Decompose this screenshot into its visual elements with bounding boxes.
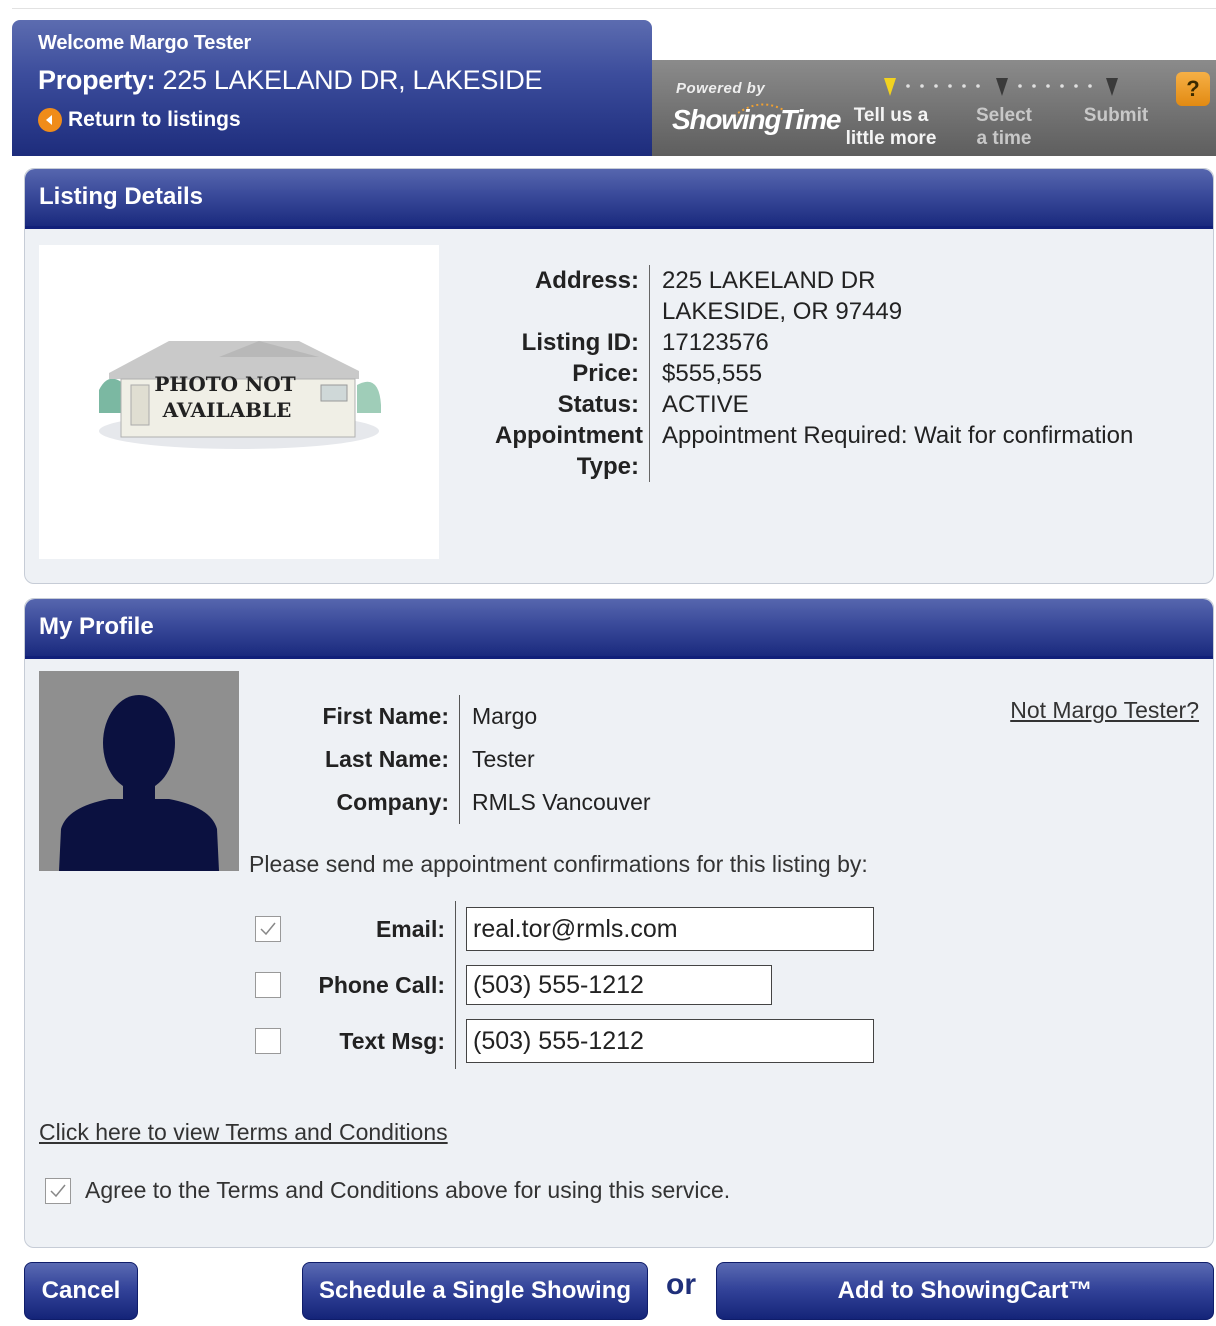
profile-row-last-name: Last Name: Tester xyxy=(265,738,799,781)
phone-field[interactable] xyxy=(466,965,772,1005)
step-tell-us: Tell us a little more xyxy=(845,105,937,149)
price-value: $555,555 xyxy=(649,358,1169,389)
back-arrow-icon xyxy=(38,108,62,132)
status-value: ACTIVE xyxy=(649,389,1169,420)
email-label: Email: xyxy=(375,915,445,942)
text-msg-field[interactable] xyxy=(466,1019,874,1063)
text-msg-checkbox[interactable] xyxy=(255,1028,281,1054)
agree-terms-label: Agree to the Terms and Conditions above … xyxy=(85,1177,731,1203)
contact-row-phone: Phone Call: xyxy=(249,957,874,1013)
listing-id-value: 17123576 xyxy=(649,327,1169,358)
text-msg-label: Text Msg: xyxy=(339,1027,445,1054)
showingtime-logo: ShowingTime xyxy=(672,104,841,135)
appointment-type-value: Appointment Required: Wait for confirmat… xyxy=(649,420,1169,482)
phone-call-checkbox[interactable] xyxy=(255,972,281,998)
agree-terms-checkbox[interactable] xyxy=(45,1177,71,1204)
terms-link[interactable]: Click here to view Terms and Conditions xyxy=(39,1119,448,1146)
address-line1: 225 LAKELAND DR xyxy=(662,267,876,294)
return-link-label: Return to listings xyxy=(68,108,241,131)
step-marker-icon xyxy=(1106,78,1118,96)
welcome-text: Welcome Margo Tester xyxy=(38,32,252,54)
address-line2: LAKESIDE, OR 97449 xyxy=(662,298,903,325)
photo-label-line2: AVAILABLE xyxy=(162,398,292,422)
checkmark-icon xyxy=(260,922,276,936)
step-marker-icon xyxy=(996,78,1008,96)
detail-row-appointment-type: Appointment Type: Appointment Required: … xyxy=(495,420,1169,482)
agree-terms-row: Agree to the Terms and Conditions above … xyxy=(45,1177,730,1204)
showingtime-banner: Powered by ShowingTime Tell us a little m… xyxy=(652,60,1216,156)
photo-label-line1: PHOTO NOT xyxy=(154,372,295,396)
help-button[interactable]: ? xyxy=(1176,72,1210,106)
property-title: Property: 225 LAKELAND DR, LAKESIDE xyxy=(38,65,626,96)
property-value: 225 LAKELAND DR, LAKESIDE xyxy=(162,65,543,95)
company-value: RMLS Vancouver xyxy=(459,781,799,824)
cancel-button[interactable]: Cancel xyxy=(24,1262,138,1320)
property-label: Property: xyxy=(38,65,156,95)
step-marker-active-icon xyxy=(884,78,896,96)
last-name-value: Tester xyxy=(459,738,799,781)
my-profile-title: My Profile xyxy=(25,599,1213,659)
confirmation-instructions: Please send me appointment confirmations… xyxy=(249,851,868,877)
powered-by-text: Powered by xyxy=(676,80,766,97)
avatar xyxy=(39,671,239,871)
user-silhouette-icon xyxy=(59,695,219,871)
return-to-listings-link[interactable]: Return to listings xyxy=(38,108,626,132)
top-divider xyxy=(12,8,1216,9)
detail-row-status: Status: ACTIVE xyxy=(495,389,1169,420)
my-profile-panel: My Profile First Name: Margo Last Name: … xyxy=(24,598,1214,1248)
listing-details-panel: Listing Details PHOTO NOT AVAILABLE Addr… xyxy=(24,168,1214,584)
listing-details-title: Listing Details xyxy=(25,169,1213,229)
listing-photo: PHOTO NOT AVAILABLE xyxy=(39,245,439,559)
detail-row-price: Price: $555,555 xyxy=(495,358,1169,389)
listing-details-table: Address: 225 LAKELAND DR LAKESIDE, OR 97… xyxy=(495,265,1169,482)
not-user-link[interactable]: Not Margo Tester? xyxy=(1010,697,1199,724)
progress-steps-track xyxy=(884,78,1118,96)
detail-row-listing-id: Listing ID: 17123576 xyxy=(495,327,1169,358)
first-name-value: Margo xyxy=(459,695,799,738)
contact-row-text: Text Msg: xyxy=(249,1013,874,1069)
contact-methods: Email: Phone Call: Text Msg: xyxy=(249,901,874,1069)
profile-info: First Name: Margo Last Name: Tester Comp… xyxy=(265,695,799,824)
email-checkbox[interactable] xyxy=(255,916,281,942)
email-field[interactable] xyxy=(466,907,874,951)
schedule-single-showing-button[interactable]: Schedule a Single Showing xyxy=(302,1262,648,1320)
profile-row-company: Company: RMLS Vancouver xyxy=(265,781,799,824)
profile-row-first-name: First Name: Margo xyxy=(265,695,799,738)
detail-row-address: Address: 225 LAKELAND DR LAKESIDE, OR 97… xyxy=(495,265,1169,327)
phone-call-label: Phone Call: xyxy=(318,971,445,998)
add-to-showingcart-button[interactable]: Add to ShowingCart™ xyxy=(716,1262,1214,1320)
photo-not-available-image: PHOTO NOT AVAILABLE xyxy=(99,341,381,449)
page-header: Welcome Margo Tester Property: 225 LAKEL… xyxy=(12,20,652,156)
checkmark-icon xyxy=(50,1184,66,1197)
contact-row-email: Email: xyxy=(249,901,874,957)
or-separator: or xyxy=(666,1268,696,1301)
step-select-time: Select a time xyxy=(976,105,1032,149)
step-submit: Submit xyxy=(1083,105,1149,126)
